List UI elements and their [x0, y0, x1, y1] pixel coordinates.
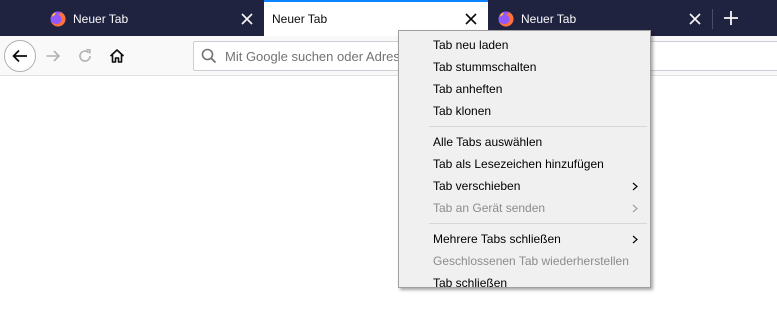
menu-item-label: Tab neu laden	[433, 38, 509, 52]
tab-context-menu: Tab neu laden Tab stummschalten Tab anhe…	[398, 30, 651, 290]
menu-item-label: Tab als Lesezeichen hinzufügen	[433, 157, 604, 171]
menu-item-label: Tab an Gerät senden	[433, 201, 546, 215]
menu-item-restore-closed-tab: Geschlossenen Tab wiederherstellen	[399, 250, 650, 272]
reload-icon	[79, 48, 91, 62]
menu-item-duplicate-tab[interactable]: Tab klonen	[399, 100, 650, 122]
chevron-right-icon	[632, 228, 638, 250]
menu-item-label: Tab anheften	[433, 82, 503, 96]
close-tab-icon[interactable]	[462, 10, 480, 28]
menu-item-select-all-tabs[interactable]: Alle Tabs auswählen	[399, 131, 650, 153]
firefox-icon	[498, 11, 514, 27]
menu-item-pin-tab[interactable]: Tab anheften	[399, 78, 650, 100]
arrow-left-icon	[12, 49, 27, 63]
home-icon	[109, 49, 125, 63]
menu-item-label: Alle Tabs auswählen	[433, 135, 543, 149]
menu-item-mute-tab[interactable]: Tab stummschalten	[399, 56, 650, 78]
close-tab-icon[interactable]	[238, 10, 256, 28]
menu-item-label: Tab klonen	[433, 104, 492, 118]
plus-icon	[724, 11, 738, 25]
menu-item-label: Tab verschieben	[433, 179, 521, 193]
home-button[interactable]	[102, 41, 132, 71]
menu-item-label: Tab stummschalten	[433, 60, 537, 74]
tab-1[interactable]: Neuer Tab	[40, 2, 264, 36]
search-icon	[201, 48, 217, 64]
menu-item-label: Geschlossenen Tab wiederherstellen	[433, 254, 629, 268]
menu-item-close-multiple-tabs[interactable]: Mehrere Tabs schließen	[399, 228, 650, 250]
tab-strip: Neuer Tab Neuer Tab Neuer Tab	[0, 0, 777, 36]
menu-item-label: Mehrere Tabs schließen	[433, 232, 561, 246]
new-tab-button[interactable]	[717, 4, 745, 32]
forward-button[interactable]	[38, 41, 68, 71]
navigation-toolbar: Mit Google suchen oder Adresse eingeben	[0, 36, 777, 76]
tab-title: Neuer Tab	[521, 12, 577, 26]
menu-item-reload-tab[interactable]: Tab neu laden	[399, 34, 650, 56]
chevron-right-icon	[632, 197, 638, 219]
menu-separator	[429, 223, 647, 224]
close-tab-icon[interactable]	[686, 10, 704, 28]
menu-item-send-tab-to-device: Tab an Gerät senden	[399, 197, 650, 219]
menu-item-bookmark-tab[interactable]: Tab als Lesezeichen hinzufügen	[399, 153, 650, 175]
back-button[interactable]	[4, 40, 36, 72]
chevron-right-icon	[632, 175, 638, 197]
menu-item-close-tab[interactable]: Tab schließen	[399, 272, 650, 294]
menu-item-move-tab[interactable]: Tab verschieben	[399, 175, 650, 197]
reload-button[interactable]	[70, 41, 100, 71]
tab-title: Neuer Tab	[73, 12, 129, 26]
arrow-right-icon	[46, 50, 61, 62]
tab-title: Neuer Tab	[272, 12, 328, 26]
firefox-icon	[50, 11, 66, 27]
menu-separator	[429, 126, 647, 127]
tab-separator	[712, 9, 713, 29]
menu-item-label: Tab schließen	[433, 276, 508, 290]
